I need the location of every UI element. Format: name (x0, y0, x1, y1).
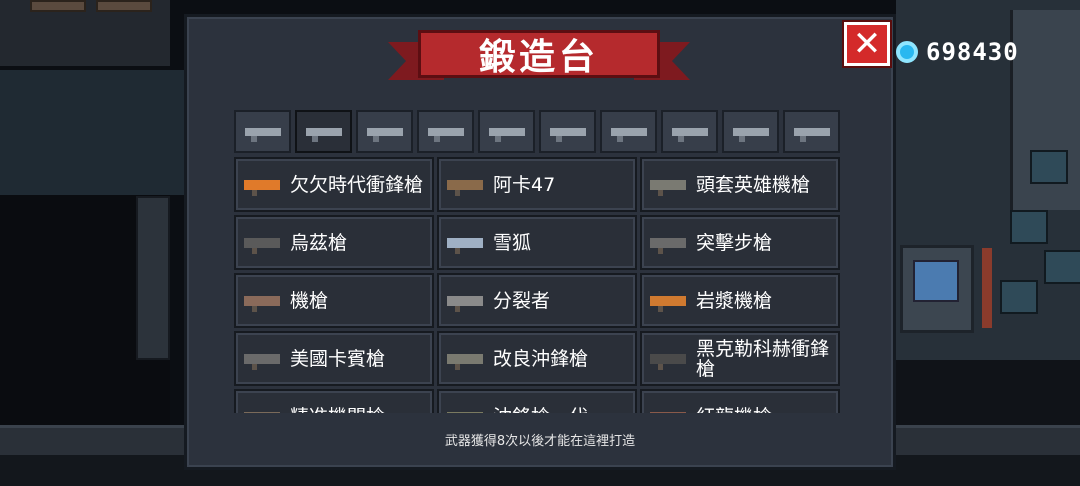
tab-staff[interactable] (661, 110, 718, 153)
weapon-item[interactable]: 阿卡47 (437, 157, 637, 212)
sword-icon (610, 127, 647, 142)
weapon-item[interactable]: 機槍 (234, 273, 434, 328)
gun-icon (447, 353, 483, 370)
weapon-name: 阿卡47 (493, 173, 556, 196)
bg-box (1010, 210, 1048, 244)
close-icon: ✕ (852, 24, 882, 64)
bg-box (1000, 280, 1038, 314)
title-ribbon: 鍛造台 (388, 28, 690, 86)
weapon-item[interactable]: 美國卡賓槍 (234, 331, 434, 386)
weapon-item[interactable]: 岩漿機槍 (640, 273, 840, 328)
weapon-name: 黑克勒科赫衝鋒槍 (696, 337, 830, 380)
gun-icon (650, 295, 686, 312)
weapon-name: 烏茲槍 (290, 231, 348, 254)
weapon-item[interactable]: 黑克勒科赫衝鋒槍 (640, 331, 840, 386)
staff-icon (671, 127, 708, 142)
weapon-item[interactable]: 突擊步槍 (640, 215, 840, 270)
gun-icon (447, 295, 483, 312)
weapon-name: 美國卡賓槍 (290, 347, 386, 370)
weapon-name: 精准機關槍 (290, 407, 385, 414)
weapon-item[interactable]: 雪狐 (437, 215, 637, 270)
weapon-name: 雪狐 (493, 231, 532, 254)
weapon-item[interactable]: 頭套英雄機槍 (640, 157, 840, 212)
weapon-name: 紅龍機槍 (696, 407, 772, 414)
currency-display: 698430 (896, 38, 1019, 66)
bg-pipe (982, 248, 992, 328)
fish-icon (793, 127, 830, 142)
launcher-icon (427, 127, 464, 142)
gun-icon (244, 295, 280, 312)
gun-icon (447, 179, 483, 196)
gun-icon (650, 411, 686, 413)
weapon-name: 分裂者 (493, 289, 551, 312)
weapon-item[interactable]: 改良沖鋒槍 (437, 331, 637, 386)
bg-door (136, 196, 170, 360)
gun-icon (650, 237, 686, 254)
weapon-list[interactable]: 欠欠時代衝鋒槍 阿卡47 頭套英雄機槍烏茲槍 雪狐 突擊步槍機槍 分裂者 岩漿機槍美國卡賓槍… (234, 157, 846, 413)
gun-icon (244, 353, 280, 370)
weapon-item[interactable]: 紅龍機槍 (640, 389, 840, 413)
bg-machine (900, 245, 974, 333)
bg-room (0, 70, 188, 195)
dialog-title: 鍛造台 (478, 37, 599, 78)
tab-bow[interactable] (539, 110, 596, 153)
tab-fish[interactable] (783, 110, 840, 153)
currency-value: 698430 (926, 38, 1019, 66)
bow-icon (549, 127, 586, 142)
weapon-name: 頭套英雄機槍 (696, 173, 811, 196)
rifle-icon (305, 127, 342, 142)
weapon-item[interactable]: 欠欠時代衝鋒槍 (234, 157, 434, 212)
bg-box (1044, 250, 1080, 284)
tab-pistol[interactable] (234, 110, 291, 153)
tab-shuriken[interactable] (722, 110, 779, 153)
weapon-item[interactable]: 分裂者 (437, 273, 637, 328)
weapon-name: 突擊步槍 (696, 231, 773, 254)
tab-cannon[interactable] (478, 110, 535, 153)
gun-icon (244, 237, 280, 254)
tab-shotgun[interactable] (356, 110, 413, 153)
weapon-name: 欠欠時代衝鋒槍 (290, 173, 424, 196)
weapon-item[interactable]: 精准機關槍 (234, 389, 434, 413)
weapon-name: 沖鋒槍一代 (493, 407, 588, 414)
gem-icon (896, 41, 918, 63)
weapon-name: 改良沖鋒槍 (493, 347, 589, 370)
weapon-category-tabs (234, 110, 840, 153)
bg-crate (96, 0, 152, 12)
bg-box (1030, 150, 1068, 184)
tab-launcher[interactable] (417, 110, 474, 153)
close-button[interactable]: ✕ (844, 22, 890, 66)
bg-crate (30, 0, 86, 12)
weapon-name: 岩漿機槍 (696, 289, 773, 312)
gun-icon (650, 353, 686, 370)
weapon-item[interactable]: 烏茲槍 (234, 215, 434, 270)
shuriken-icon (732, 127, 769, 142)
gun-icon (447, 411, 483, 413)
pistol-icon (244, 127, 281, 142)
gun-icon (447, 237, 483, 254)
forge-hint: 武器獲得8次以後才能在這裡打造 (444, 434, 636, 449)
bg-shadow (896, 360, 1080, 425)
shotgun-icon (366, 127, 403, 142)
weapon-name: 機槍 (290, 289, 329, 312)
tab-rifle[interactable] (295, 110, 352, 153)
weapon-item[interactable]: 沖鋒槍一代 (437, 389, 637, 413)
tab-sword[interactable] (600, 110, 657, 153)
gun-icon (244, 179, 280, 196)
gun-icon (650, 179, 686, 196)
cannon-icon (488, 127, 525, 142)
ribbon-banner: 鍛造台 (418, 30, 660, 78)
gun-icon (244, 411, 280, 413)
